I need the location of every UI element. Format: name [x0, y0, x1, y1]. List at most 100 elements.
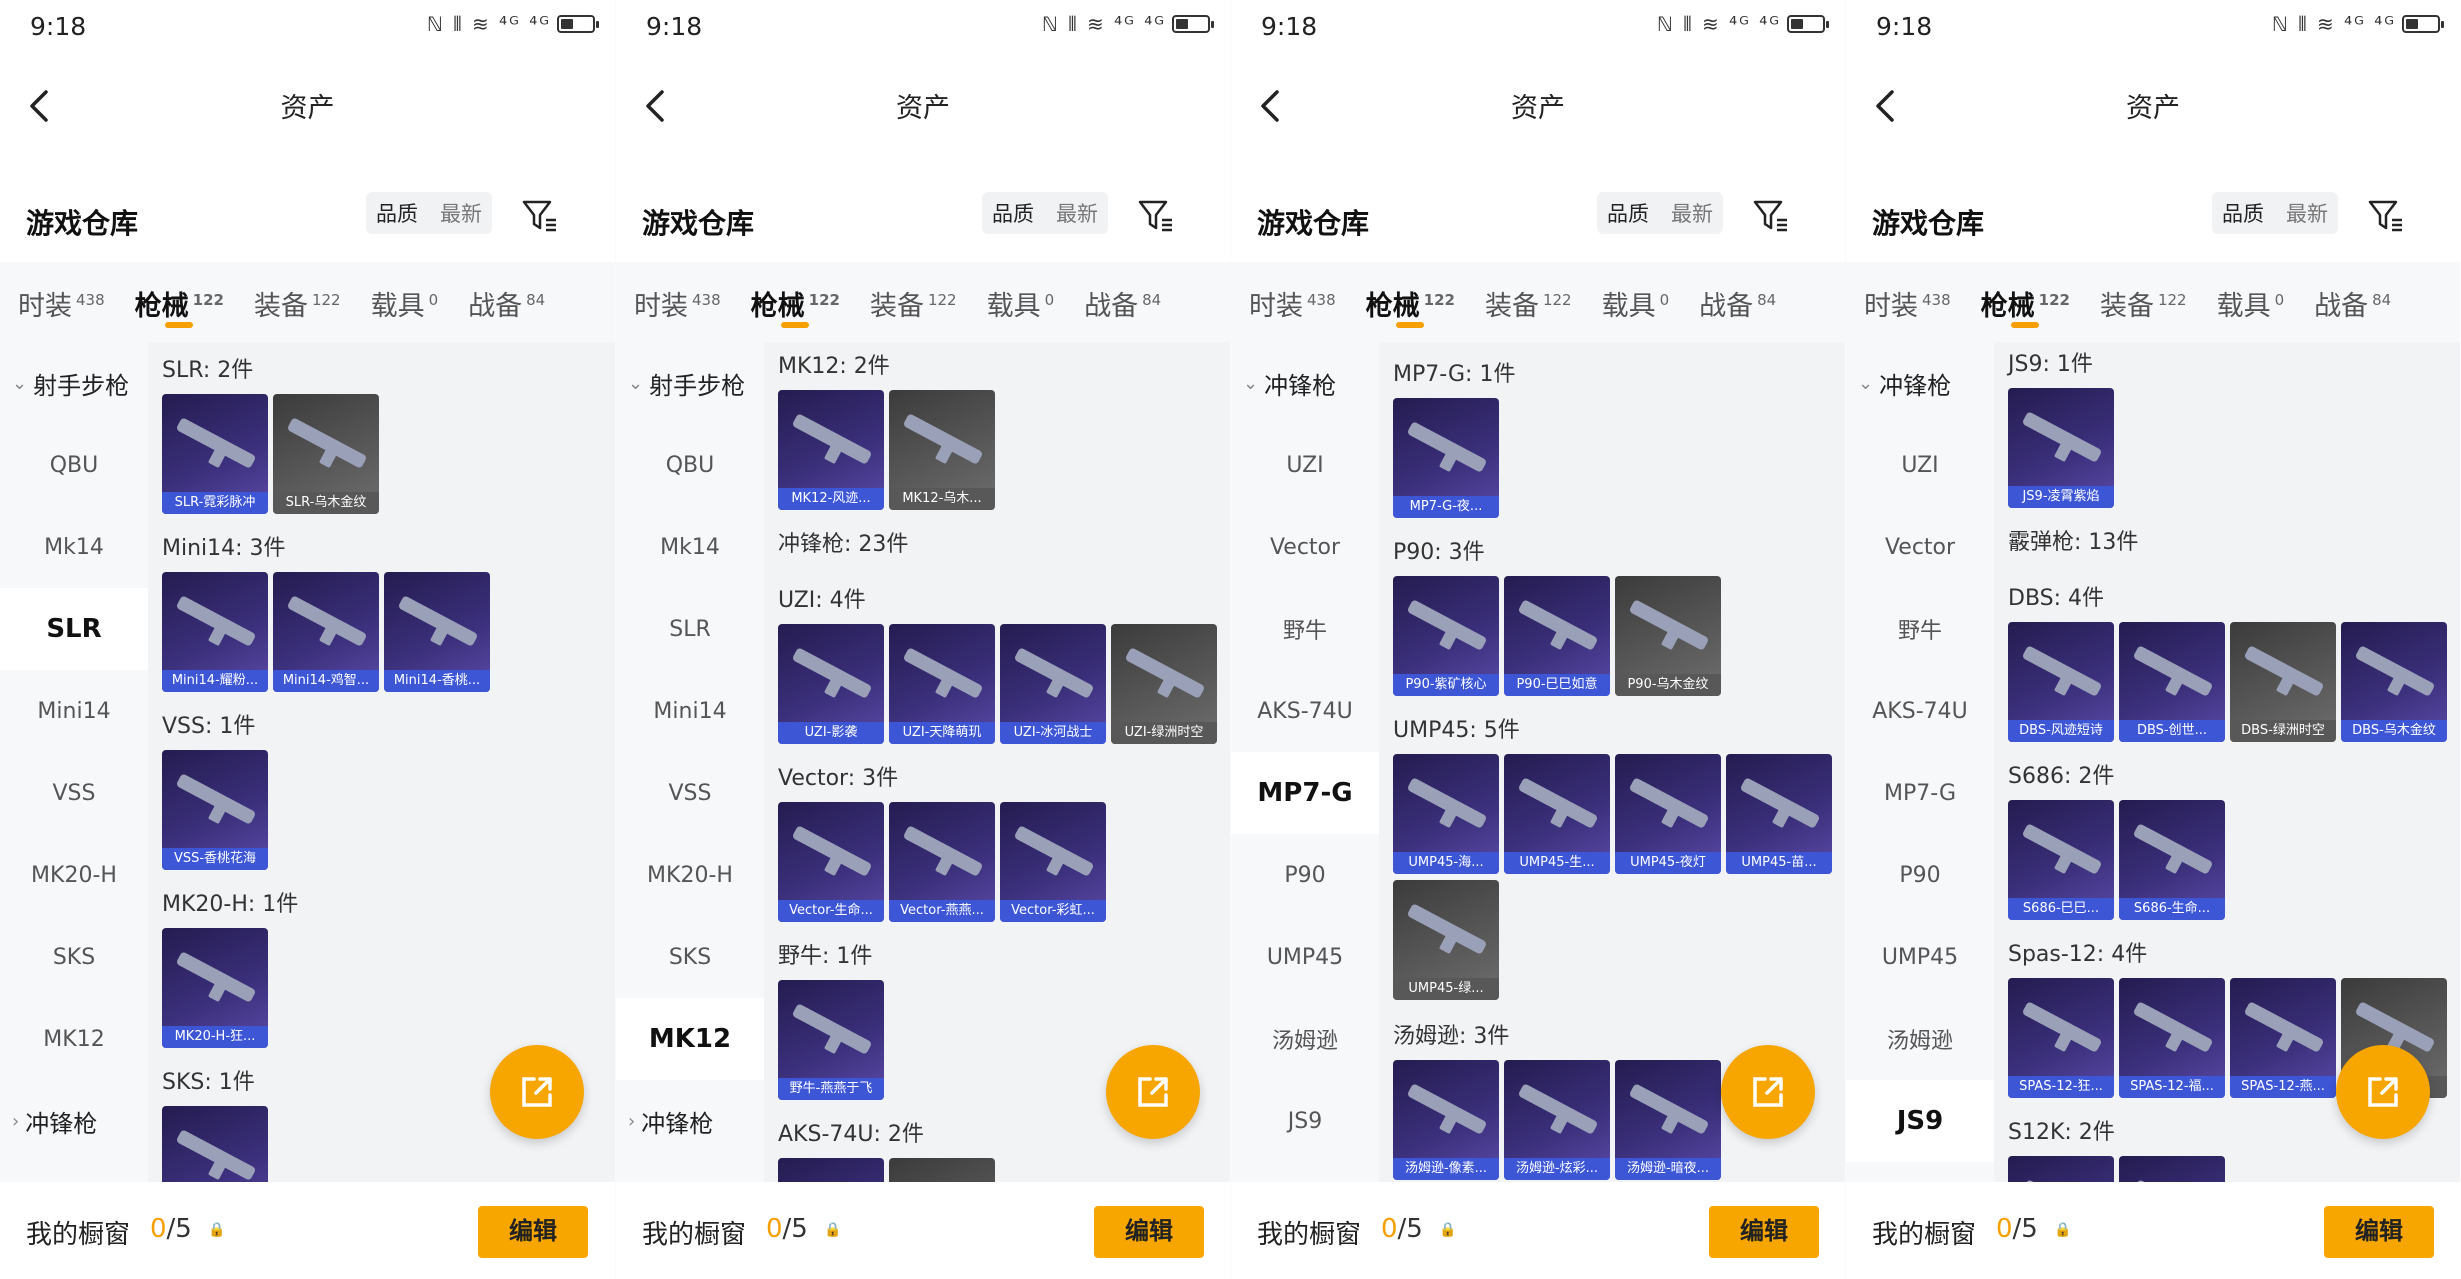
weapon-card[interactable]: [162, 1106, 268, 1182]
sort-latest-button[interactable]: 最新: [440, 198, 482, 228]
weapon-card[interactable]: MP7-G-夜...: [1393, 398, 1499, 518]
weapon-card[interactable]: SPAS-12-燕...: [2230, 978, 2336, 1098]
sidebar-item[interactable]: QBU: [616, 424, 764, 506]
tab-vehicles[interactable]: 载具 0: [1602, 262, 1670, 323]
edit-button[interactable]: 编辑: [1709, 1206, 1819, 1258]
sidebar-item[interactable]: SLR: [0, 588, 148, 670]
weapon-card[interactable]: 汤姆逊-炫彩...: [1504, 1060, 1610, 1180]
weapon-card[interactable]: P90-乌木金纹: [1615, 576, 1721, 696]
weapon-card[interactable]: Mini14-香桃...: [384, 572, 490, 692]
sidebar-item[interactable]: MK12: [616, 998, 764, 1080]
sidebar-category[interactable]: ⌄ 射手步枪: [0, 342, 148, 424]
weapon-card[interactable]: DBS-绿洲时空: [2230, 622, 2336, 742]
weapon-card[interactable]: SPAS-12-福...: [2119, 978, 2225, 1098]
weapon-card[interactable]: UMP45-生...: [1504, 754, 1610, 874]
weapon-card[interactable]: DBS-风迹短诗: [2008, 622, 2114, 742]
tab-vehicles[interactable]: 载具 0: [2217, 262, 2285, 323]
sort-latest-button[interactable]: 最新: [2286, 198, 2328, 228]
tab-gear[interactable]: 装备 122: [1485, 262, 1572, 323]
weapon-card[interactable]: UZI-天降萌玑: [889, 624, 995, 744]
sidebar-item[interactable]: Mini14: [0, 670, 148, 752]
sidebar-item[interactable]: 汤姆逊: [1846, 998, 1994, 1080]
sidebar-category[interactable]: › 冲锋枪: [616, 1080, 764, 1162]
sidebar-category[interactable]: ⌄ 冲锋枪: [1231, 342, 1379, 424]
sidebar-item[interactable]: SLR: [616, 588, 764, 670]
tab-skins[interactable]: 时装 438: [18, 262, 105, 323]
weapon-card[interactable]: UZI-绿洲时空: [1111, 624, 1217, 744]
sidebar-item[interactable]: MP7-G: [1231, 752, 1379, 834]
weapon-card[interactable]: UMP45-苗...: [1726, 754, 1832, 874]
weapon-card[interactable]: SPAS-12-狂...: [2008, 978, 2114, 1098]
tab-guns[interactable]: 枪械 122: [1366, 262, 1455, 328]
sidebar-item[interactable]: 野牛: [1846, 588, 1994, 670]
edit-button[interactable]: 编辑: [2324, 1206, 2434, 1258]
sort-quality-button[interactable]: 品质: [2222, 198, 2264, 228]
sidebar-item[interactable]: Vector: [1846, 506, 1994, 588]
weapon-card[interactable]: UMP45-夜灯: [1615, 754, 1721, 874]
sidebar-item[interactable]: Mk14: [616, 506, 764, 588]
weapon-card[interactable]: P90-紫矿核心: [1393, 576, 1499, 696]
sidebar-item[interactable]: Mk14: [0, 506, 148, 588]
sidebar-item[interactable]: SKS: [0, 916, 148, 998]
tab-supplies[interactable]: 战备 84: [468, 262, 545, 323]
weapon-card[interactable]: MK12-乌木...: [889, 390, 995, 510]
weapon-card[interactable]: [2008, 1156, 2114, 1182]
sidebar-item[interactable]: P90: [1846, 834, 1994, 916]
filter-button[interactable]: [520, 196, 560, 234]
sidebar-item[interactable]: VSS: [616, 752, 764, 834]
weapon-card[interactable]: 野牛-燕燕于飞: [778, 980, 884, 1100]
tab-supplies[interactable]: 战备 84: [1699, 262, 1776, 323]
sidebar-item[interactable]: VSS: [0, 752, 148, 834]
tab-guns[interactable]: 枪械 122: [135, 262, 224, 328]
sidebar-item[interactable]: Mini14: [616, 670, 764, 752]
weapon-card[interactable]: UZI-冰河战士: [1000, 624, 1106, 744]
weapon-card[interactable]: Vector-燕燕...: [889, 802, 995, 922]
weapon-card[interactable]: MK12-风迹...: [778, 390, 884, 510]
sidebar-item[interactable]: MP7-G: [1846, 752, 1994, 834]
share-button[interactable]: [490, 1045, 584, 1139]
tab-gear[interactable]: 装备 122: [870, 262, 957, 323]
sort-latest-button[interactable]: 最新: [1671, 198, 1713, 228]
share-button[interactable]: [1106, 1045, 1200, 1139]
weapon-card[interactable]: UMP45-海...: [1393, 754, 1499, 874]
sort-quality-button[interactable]: 品质: [376, 198, 418, 228]
sidebar-item[interactable]: UZI: [1231, 424, 1379, 506]
filter-button[interactable]: [1751, 196, 1791, 234]
sidebar-item[interactable]: SKS: [616, 916, 764, 998]
sidebar-item[interactable]: MK12: [0, 998, 148, 1080]
weapon-card[interactable]: SLR-乌木金纹: [273, 394, 379, 514]
sidebar-item[interactable]: MK20-H: [616, 834, 764, 916]
sidebar-category[interactable]: ⌄ 冲锋枪: [1846, 342, 1994, 424]
weapon-card[interactable]: [889, 1158, 995, 1182]
weapon-card[interactable]: Vector-生命...: [778, 802, 884, 922]
sidebar-item[interactable]: JS9: [1846, 1080, 1994, 1162]
sidebar-item[interactable]: UMP45: [1846, 916, 1994, 998]
weapon-card[interactable]: DBS-创世...: [2119, 622, 2225, 742]
filter-button[interactable]: [1136, 196, 1176, 234]
sort-quality-button[interactable]: 品质: [1607, 198, 1649, 228]
weapon-card[interactable]: [778, 1158, 884, 1182]
weapon-card[interactable]: MK20-H-狂...: [162, 928, 268, 1048]
sidebar-item[interactable]: AKS-74U: [1846, 670, 1994, 752]
weapon-card[interactable]: VSS-香桃花海: [162, 750, 268, 870]
sidebar-item[interactable]: UMP45: [1231, 916, 1379, 998]
weapon-card[interactable]: SLR-霓彩脉冲: [162, 394, 268, 514]
tab-supplies[interactable]: 战备 84: [2314, 262, 2391, 323]
weapon-card[interactable]: UZI-影袭: [778, 624, 884, 744]
sort-latest-button[interactable]: 最新: [1056, 198, 1098, 228]
sidebar-item[interactable]: UZI: [1846, 424, 1994, 506]
weapon-card[interactable]: Vector-彩虹...: [1000, 802, 1106, 922]
sort-quality-button[interactable]: 品质: [992, 198, 1034, 228]
share-button[interactable]: [1721, 1045, 1815, 1139]
tab-skins[interactable]: 时装 438: [1864, 262, 1951, 323]
weapon-card[interactable]: JS9-凌霄紫焰: [2008, 388, 2114, 508]
sidebar-item[interactable]: AKS-74U: [1231, 670, 1379, 752]
weapon-card[interactable]: Mini14-耀粉...: [162, 572, 268, 692]
tab-guns[interactable]: 枪械 122: [751, 262, 840, 328]
weapon-card[interactable]: P90-巳巳如意: [1504, 576, 1610, 696]
sidebar-item[interactable]: Vector: [1231, 506, 1379, 588]
sidebar-item[interactable]: MK20-H: [0, 834, 148, 916]
edit-button[interactable]: 编辑: [478, 1206, 588, 1258]
tab-guns[interactable]: 枪械 122: [1981, 262, 2070, 328]
filter-button[interactable]: [2366, 196, 2406, 234]
